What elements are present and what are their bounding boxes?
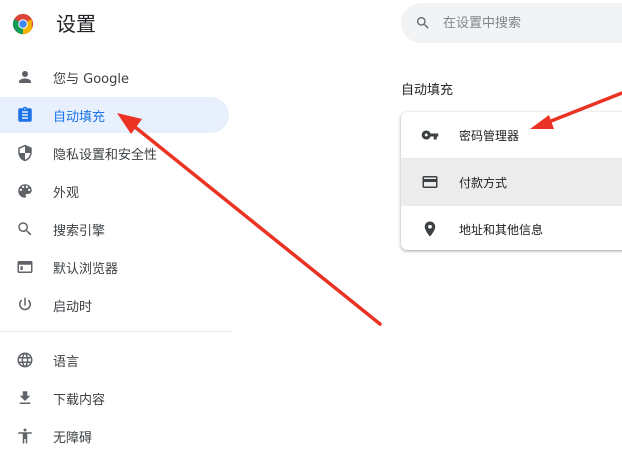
sidebar-item-label: 下载内容 <box>53 392 106 408</box>
password-manager-row[interactable]: 密码管理器 <box>401 112 622 158</box>
sidebar-item-label: 外观 <box>53 185 80 201</box>
sidebar-item-you-and-google[interactable]: 您与 Google <box>0 59 229 95</box>
power-icon <box>16 296 34 314</box>
sidebar-item-label: 自动填充 <box>53 109 106 125</box>
sidebar-item-label: 无障碍 <box>53 430 93 446</box>
search-icon <box>417 17 429 29</box>
download-icon <box>16 389 34 407</box>
search-input[interactable] <box>443 15 622 31</box>
addresses-row[interactable]: 地址和其他信息 <box>401 206 622 250</box>
sidebar-nav: 您与 Google 自动填充 隐私设置和安全性 外观 搜索引擎 默认浏览器 启动… <box>0 0 240 448</box>
sidebar-item-label: 启动时 <box>53 299 93 315</box>
accessibility-icon <box>16 427 34 445</box>
key-icon <box>421 126 439 144</box>
sidebar-item-label: 默认浏览器 <box>53 261 119 277</box>
credit-card-icon <box>421 173 439 191</box>
sidebar-item-autofill[interactable]: 自动填充 <box>0 97 229 133</box>
sidebar-item-label: 隐私设置和安全性 <box>53 147 158 163</box>
person-icon <box>16 68 34 86</box>
globe-icon <box>16 351 34 369</box>
sidebar-item-privacy-security[interactable]: 隐私设置和安全性 <box>0 135 229 171</box>
section-title: 自动填充 <box>401 83 454 98</box>
browser-window-icon <box>16 258 34 276</box>
sidebar-item-on-startup[interactable]: 启动时 <box>0 287 229 323</box>
sidebar-item-languages[interactable]: 语言 <box>0 342 229 378</box>
sidebar-item-label: 搜索引擎 <box>53 223 106 239</box>
row-label: 地址和其他信息 <box>459 222 544 237</box>
search-icon <box>16 220 34 238</box>
autofill-card: 密码管理器 付款方式 地址和其他信息 <box>401 112 622 250</box>
sidebar-item-accessibility[interactable]: 无障碍 <box>0 418 229 454</box>
sidebar-item-label: 您与 Google <box>53 71 129 87</box>
payment-methods-row[interactable]: 付款方式 <box>401 159 622 205</box>
sidebar-item-search-engine[interactable]: 搜索引擎 <box>0 211 229 247</box>
row-label: 付款方式 <box>459 175 508 190</box>
sidebar-divider <box>0 331 233 332</box>
sidebar-item-default-browser[interactable]: 默认浏览器 <box>0 249 229 285</box>
clipboard-icon <box>16 106 34 124</box>
sidebar-item-appearance[interactable]: 外观 <box>0 173 229 209</box>
sidebar-item-downloads[interactable]: 下载内容 <box>0 380 229 416</box>
row-label: 密码管理器 <box>459 128 520 143</box>
shield-icon <box>16 144 34 162</box>
sidebar-item-label: 语言 <box>53 354 80 370</box>
search-bar[interactable] <box>401 3 622 43</box>
palette-icon <box>16 182 34 200</box>
location-pin-icon <box>421 220 439 238</box>
